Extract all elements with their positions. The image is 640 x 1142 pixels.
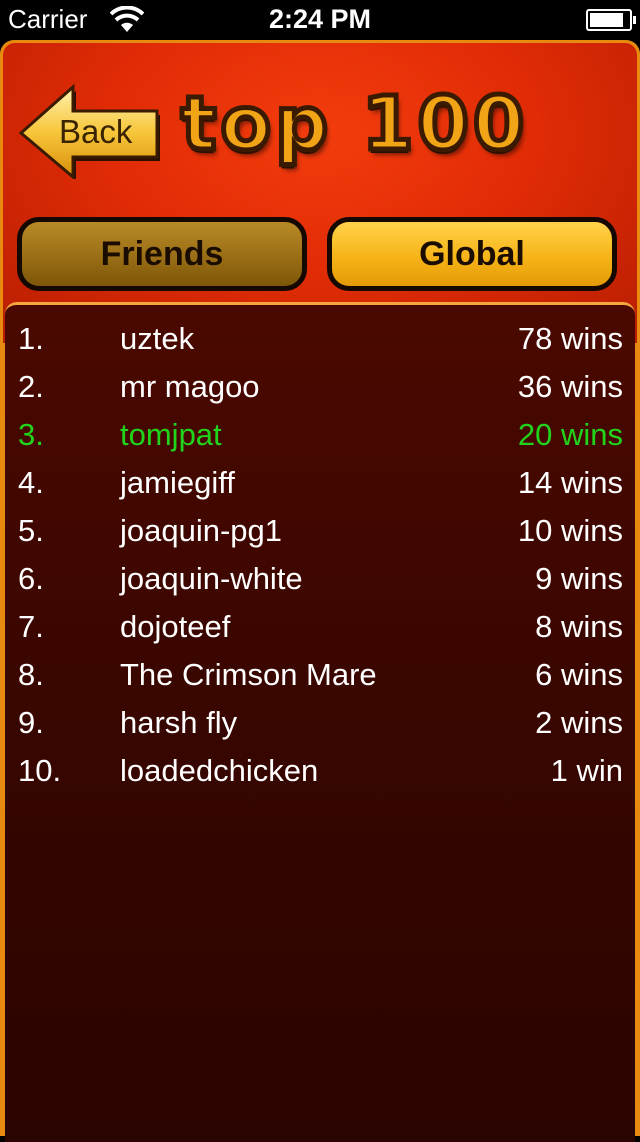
leaderboard-list: 1. uztek 78 wins 2. mr magoo 36 wins 3. tomjpat… <box>5 302 635 1142</box>
leaderboard-row: 2. mr magoo 36 wins <box>5 363 635 411</box>
battery-icon <box>586 9 636 31</box>
leaderboard-row: 6. joaquin-white 9 wins <box>5 555 635 603</box>
rank-label: 4. <box>18 465 44 500</box>
wins-count: 20 wins <box>517 417 623 452</box>
leaderboard-row: 5. joaquin-pg1 10 wins <box>5 507 635 555</box>
header: Back top 100 Friends Global <box>3 43 637 343</box>
rank-label: 8. <box>18 657 44 692</box>
wins-count: 36 wins <box>517 369 623 404</box>
wins-count: 10 wins <box>517 513 623 548</box>
wins-count: 9 wins <box>535 561 623 596</box>
wins-count: 8 wins <box>535 609 623 644</box>
player-name: The Crimson Mare <box>120 657 377 692</box>
leaderboard-row: 8. The Crimson Mare 6 wins <box>5 651 635 699</box>
leaderboard-row: 9. harsh fly 2 wins <box>5 699 635 747</box>
player-name: joaquin-white <box>120 561 303 596</box>
leaderboard-row: 4. jamiegiff 14 wins <box>5 459 635 507</box>
status-time: 2:24 PM <box>268 4 372 34</box>
player-name: uztek <box>120 321 195 356</box>
rank-label: 1. <box>18 321 44 356</box>
player-name: dojoteef <box>120 609 231 644</box>
back-label: Back <box>59 113 133 150</box>
wins-count: 6 wins <box>535 657 623 692</box>
rank-label: 7. <box>18 609 44 644</box>
rank-label: 3. <box>18 417 44 452</box>
status-bar: Carrier 2:24 PM <box>0 0 640 40</box>
wins-count: 1 win <box>550 753 623 788</box>
leaderboard-row: 10. loadedchicken 1 win <box>5 747 635 795</box>
rank-label: 6. <box>18 561 44 596</box>
leaderboard-row: 3. tomjpat 20 wins <box>5 411 635 459</box>
player-name: mr magoo <box>120 369 260 404</box>
tab-global[interactable]: Global <box>327 217 617 291</box>
player-name: harsh fly <box>120 705 238 740</box>
leaderboard-row: 7. dojoteef 8 wins <box>5 603 635 651</box>
player-name: joaquin-pg1 <box>120 513 283 548</box>
player-name: tomjpat <box>120 417 222 452</box>
tab-friends[interactable]: Friends <box>17 217 307 291</box>
wins-count: 14 wins <box>517 465 623 500</box>
player-name: jamiegiff <box>120 465 235 500</box>
page-title: top 100 <box>178 79 529 170</box>
leaderboard-row: 1. uztek 78 wins <box>5 315 635 363</box>
wins-count: 78 wins <box>517 321 623 356</box>
game-frame: Back top 100 Friends Global 1. uztek 78 wi… <box>0 40 640 1142</box>
rank-label: 2. <box>18 369 44 404</box>
rank-label: 9. <box>18 705 44 740</box>
player-name: loadedchicken <box>120 753 319 788</box>
wins-count: 2 wins <box>535 705 623 740</box>
rank-label: 10. <box>18 753 62 788</box>
back-button[interactable]: Back <box>17 83 163 179</box>
rank-label: 5. <box>18 513 44 548</box>
